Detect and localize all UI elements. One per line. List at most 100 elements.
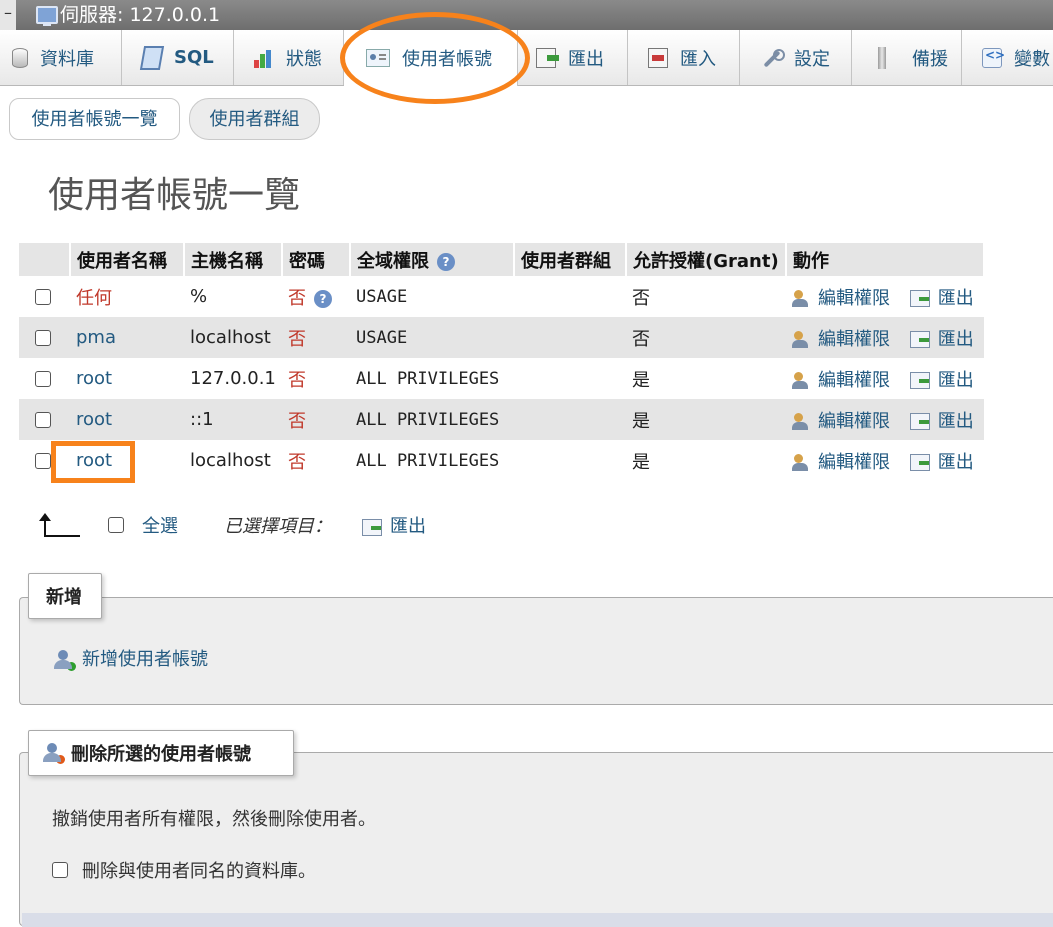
table-row: 任何 % 否? USAGE 否 編輯權限 匯出 (19, 276, 984, 317)
action-cell: 編輯權限 匯出 (786, 276, 984, 317)
table-row: root ::1 否 ALL PRIVILEGES 是 編輯權限 匯出 (19, 399, 984, 440)
tab-export[interactable]: 匯出 (518, 30, 628, 85)
tab-label: 匯出 (568, 48, 604, 70)
export-label: 匯出 (937, 328, 974, 350)
wrench-icon (760, 48, 785, 68)
add-user-icon (54, 649, 76, 671)
tab-label: 變數 (1014, 48, 1050, 70)
tab-databases[interactable]: 資料庫 (0, 30, 122, 85)
delete-user-legend-label: 刪除所選的使用者帳號 (71, 744, 251, 765)
tab-import[interactable]: 匯入 (628, 30, 740, 85)
delete-user-fieldset: 撤銷使用者所有權限，然後刪除使用者。 刪除與使用者同名的資料庫。 (19, 752, 1053, 927)
privileges-cell: ALL PRIVILEGES (350, 440, 514, 481)
edit-privileges-link[interactable]: 編輯權限 (792, 411, 890, 432)
user-name-cell: root (70, 440, 184, 481)
drop-database-checkbox[interactable] (52, 862, 68, 878)
delete-user-icon (43, 742, 65, 764)
select-all-checkbox[interactable] (108, 517, 124, 533)
edit-privileges-icon (792, 371, 812, 390)
edit-privileges-link[interactable]: 編輯權限 (792, 452, 890, 473)
tab-replication[interactable]: 備援 (852, 30, 962, 85)
export-icon (362, 518, 382, 536)
table-header-row: 使用者名稱 主機名稱 密碼 全域權限? 使用者群組 允許授權(Grant) 動作 (19, 243, 985, 276)
header-password[interactable]: 密碼 (282, 243, 351, 276)
user-name-cell: root (70, 358, 184, 399)
row-select-cell (19, 440, 70, 481)
action-cell: 編輯權限 匯出 (786, 399, 984, 440)
header-global-privileges[interactable]: 全域權限? (350, 243, 515, 276)
header-user-name[interactable]: 使用者名稱 (70, 243, 185, 276)
edit-privileges-label: 編輯權限 (818, 287, 890, 309)
row-select-cell (19, 317, 70, 358)
delete-description: 撤銷使用者所有權限，然後刪除使用者。 (52, 809, 376, 830)
action-cell: 編輯權限 匯出 (786, 358, 984, 399)
bulk-export-link[interactable]: 匯出 (362, 512, 426, 538)
window-title-bar: – 伺服器: 127.0.0.1 (0, 0, 1053, 30)
export-link[interactable]: 匯出 (909, 287, 974, 309)
edit-privileges-icon (792, 453, 812, 472)
header-user-group[interactable]: 使用者群組 (514, 243, 627, 276)
tab-settings[interactable]: 設定 (740, 30, 852, 85)
row-checkbox[interactable] (35, 330, 51, 346)
user-accounts-icon (366, 49, 390, 67)
tab-status[interactable]: 狀態 (234, 30, 344, 85)
user-group-cell (514, 276, 626, 317)
select-all-label[interactable]: 全選 (142, 512, 178, 538)
window-title: 伺服器: 127.0.0.1 (60, 4, 221, 26)
password-cell: 否 (282, 399, 350, 440)
sql-icon (139, 45, 165, 70)
subtab-user-groups[interactable]: 使用者群組 (189, 98, 320, 140)
host-name-cell: % (184, 276, 282, 317)
user-group-cell (514, 358, 626, 399)
add-user-link[interactable]: 新增使用者帳號 (54, 645, 208, 671)
header-grant[interactable]: 允許授權(Grant) (626, 243, 787, 276)
password-cell: 否 (282, 317, 350, 358)
row-checkbox[interactable] (35, 453, 51, 469)
replication-icon (878, 46, 886, 69)
select-arrow-icon (38, 513, 80, 537)
drop-database-option[interactable]: 刪除與使用者同名的資料庫。 (52, 857, 316, 883)
import-icon (648, 47, 668, 68)
with-selected-bar: 全選 已選擇項目： 匯出 (38, 510, 426, 540)
edit-privileges-label: 編輯權限 (818, 410, 890, 432)
help-icon[interactable]: ? (314, 289, 332, 308)
header-action: 動作 (786, 243, 985, 276)
export-icon (909, 454, 930, 471)
user-group-cell (514, 317, 626, 358)
header-host-name[interactable]: 主機名稱 (184, 243, 283, 276)
export-link[interactable]: 匯出 (909, 411, 974, 432)
row-checkbox[interactable] (35, 289, 51, 305)
grant-cell: 是 (626, 399, 786, 440)
drop-database-label: 刪除與使用者同名的資料庫。 (82, 861, 316, 882)
tab-label: SQL (174, 47, 214, 68)
edit-privileges-link[interactable]: 編輯權限 (792, 370, 890, 391)
edit-privileges-link[interactable]: 編輯權限 (792, 288, 890, 309)
variables-icon (982, 47, 1005, 68)
row-checkbox[interactable] (35, 371, 51, 387)
password-cell: 否? (282, 276, 350, 317)
export-label: 匯出 (937, 287, 974, 309)
password-value: 否 (288, 287, 306, 309)
host-name-cell: 127.0.0.1 (184, 358, 282, 399)
help-icon[interactable]: ? (437, 252, 455, 271)
minimize-icon[interactable]: – (0, 0, 16, 30)
user-name-cell: root (70, 399, 184, 440)
privileges-cell: USAGE (350, 276, 514, 317)
export-icon (909, 290, 930, 307)
export-link[interactable]: 匯出 (909, 328, 974, 350)
user-name-cell: pma (70, 317, 184, 358)
row-checkbox[interactable] (35, 412, 51, 428)
delete-user-legend: 刪除所選的使用者帳號 (28, 730, 294, 776)
edit-privileges-link[interactable]: 編輯權限 (792, 329, 890, 350)
tab-user-accounts[interactable]: 使用者帳號 (344, 30, 518, 86)
tab-sql[interactable]: SQL (122, 30, 234, 85)
tab-label: 資料庫 (40, 48, 94, 70)
grant-cell: 是 (626, 440, 786, 481)
tab-variables[interactable]: 變數 (962, 30, 1053, 85)
subtab-user-overview[interactable]: 使用者帳號一覽 (9, 98, 180, 140)
export-link[interactable]: 匯出 (909, 452, 974, 473)
export-link[interactable]: 匯出 (909, 370, 974, 391)
host-name-cell: ::1 (184, 399, 282, 440)
host-name-cell: localhost (184, 440, 282, 481)
row-select-cell (19, 358, 70, 399)
